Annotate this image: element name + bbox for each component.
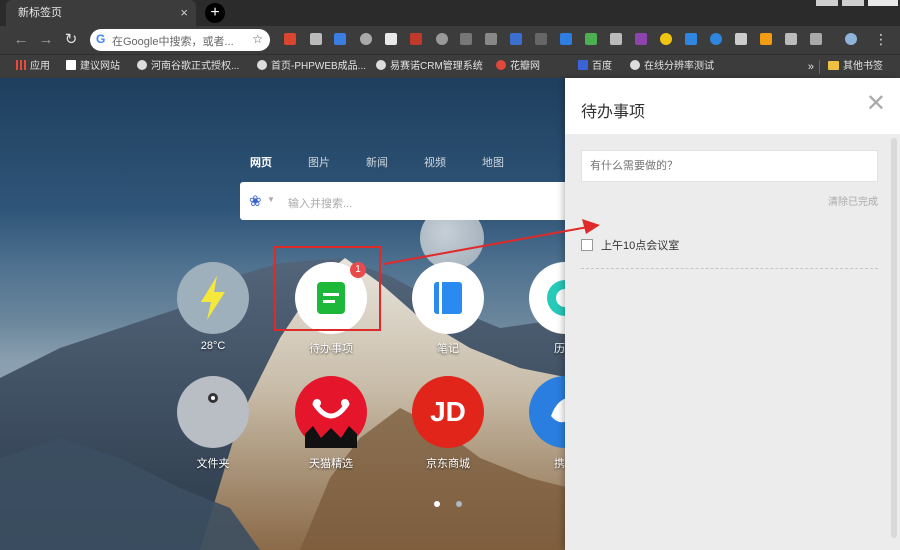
bookmark-baidu[interactable]: 百度: [578, 55, 612, 79]
todo-checkbox[interactable]: [581, 239, 593, 251]
todo-panel: 待办事项 ✕ 清除已完成 上午10点会议室: [565, 78, 900, 550]
tab-close-icon[interactable]: ×: [180, 0, 188, 26]
extension-icon-15[interactable]: [635, 33, 647, 45]
bookmark-henan-google[interactable]: 河南谷歌正式授权...: [137, 55, 239, 79]
globe-icon: [376, 60, 386, 70]
bookmark-suggested[interactable]: 建议网站: [66, 55, 120, 79]
tile-jd[interactable]: JD: [412, 376, 484, 448]
panel-scrollbar[interactable]: [891, 138, 897, 538]
close-icon[interactable]: ✕: [866, 92, 886, 116]
bookmark-star-icon[interactable]: ☆: [252, 32, 263, 46]
bookmark-huaban[interactable]: 花瓣网: [496, 55, 540, 79]
tmall-icon: [305, 399, 357, 448]
extension-icon-9[interactable]: [485, 33, 497, 45]
search-tab-images[interactable]: 图片: [308, 154, 330, 170]
apps-icon: [16, 60, 26, 70]
tile-notes[interactable]: [412, 262, 484, 334]
globe-icon: [257, 60, 267, 70]
bookmark-crm[interactable]: 易赛诺CRM管理系统: [376, 55, 483, 79]
address-placeholder: 在Google中搜索，或者...: [112, 36, 234, 48]
extension-icon-1[interactable]: [284, 33, 296, 45]
tile-todo-label: 待办事项: [309, 343, 353, 355]
extension-icon-11[interactable]: [535, 33, 547, 45]
extension-icon-3[interactable]: [334, 33, 346, 45]
extension-icon-2[interactable]: [310, 33, 322, 45]
extension-icon-16[interactable]: [660, 33, 672, 45]
bookmarks-divider: [819, 60, 820, 74]
tile-tmall[interactable]: [295, 376, 367, 448]
extension-icon-8[interactable]: [460, 33, 472, 45]
reload-icon[interactable]: ↻: [60, 29, 82, 51]
folder-icon: [208, 393, 218, 403]
bookmark-phpweb[interactable]: 首页-PHPWEB成品...: [257, 55, 366, 79]
search-box[interactable]: ❀ ▼ 输入并搜索...: [240, 182, 570, 220]
tile-weather[interactable]: [177, 262, 249, 334]
search-tab-maps[interactable]: 地图: [482, 154, 504, 170]
bookmarks-overflow-button[interactable]: »: [808, 55, 814, 79]
extension-icon-12[interactable]: [560, 33, 572, 45]
more-menu-icon[interactable]: ⋮: [874, 30, 888, 48]
extension-icon-14[interactable]: [610, 33, 622, 45]
extension-icon-19[interactable]: [735, 33, 747, 45]
notes-icon: [434, 282, 462, 314]
page-dot-active[interactable]: [434, 501, 440, 507]
todo-highlight-box: [274, 246, 381, 331]
extension-icon-20[interactable]: [760, 33, 772, 45]
tile-jd-label: 京东商城: [426, 458, 470, 470]
extension-icon-17[interactable]: [685, 33, 697, 45]
tile-notes-label: 笔记: [437, 343, 459, 355]
bookmark-resolution-test[interactable]: 在线分辨率测试: [630, 55, 714, 79]
extension-icon-21[interactable]: [785, 33, 797, 45]
address-bar[interactable]: G 在Google中搜索，或者... ☆: [90, 29, 270, 51]
search-tab-video[interactable]: 视频: [424, 154, 446, 170]
tile-weather-label: 28°C: [200, 340, 226, 352]
bing-icon: [66, 60, 76, 70]
huaban-icon: [496, 60, 506, 70]
profile-avatar-icon[interactable]: [845, 33, 857, 45]
extension-icon-22[interactable]: [810, 33, 822, 45]
bookmark-apps[interactable]: 应用: [16, 55, 50, 79]
bookmarks-bar: 应用 建议网站 河南谷歌正式授权... 首页-PHPWEB成品... 易赛诺CR…: [0, 54, 900, 79]
search-tab-web[interactable]: 网页: [250, 154, 272, 170]
extension-icon-4[interactable]: [360, 33, 372, 45]
search-tab-news[interactable]: 新闻: [366, 154, 388, 170]
tab-title: 新标签页: [18, 7, 62, 19]
tile-folder[interactable]: [177, 376, 249, 448]
jd-logo-icon: JD: [430, 396, 466, 427]
baidu-icon: [578, 60, 588, 70]
globe-icon: [630, 60, 640, 70]
clear-completed-link[interactable]: 清除已完成: [828, 193, 878, 208]
other-bookmarks[interactable]: 其他书签: [828, 55, 883, 79]
extension-icon-7[interactable]: [436, 33, 448, 45]
chevron-down-icon[interactable]: ▼: [267, 195, 275, 204]
minimize-button[interactable]: [816, 0, 838, 6]
page-dot[interactable]: [456, 501, 462, 507]
todo-item[interactable]: 上午10点会议室: [581, 234, 878, 269]
folder-icon: [828, 61, 839, 70]
forward-icon[interactable]: →: [35, 29, 57, 51]
maximize-button[interactable]: [842, 0, 864, 6]
new-tab-button[interactable]: +: [205, 3, 225, 23]
extension-icon-18[interactable]: [710, 33, 722, 45]
browser-toolbar: ← → ↻ G 在Google中搜索，或者... ☆ 0 ⋮: [0, 26, 900, 79]
back-icon[interactable]: ←: [10, 29, 32, 51]
tile-tmall-label: 天猫精选: [309, 458, 353, 470]
title-bar: 新标签页 × +: [0, 0, 900, 26]
tile-folder-label: 文件夹: [196, 458, 230, 470]
extension-icon-10[interactable]: [510, 33, 522, 45]
extension-icon-6[interactable]: [410, 33, 422, 45]
lightning-icon: [201, 276, 225, 320]
todo-input[interactable]: [581, 150, 878, 182]
todo-panel-header: 待办事项 ✕: [565, 78, 900, 134]
close-window-button[interactable]: [868, 0, 898, 6]
todo-panel-title: 待办事项: [581, 104, 646, 121]
google-icon: G: [96, 32, 106, 46]
tab-new-tab[interactable]: 新标签页 ×: [6, 0, 196, 26]
globe-icon: [137, 60, 147, 70]
extension-icon-13[interactable]: [585, 33, 597, 45]
extension-icon-5[interactable]: [385, 33, 397, 45]
search-input[interactable]: 输入并搜索...: [288, 195, 352, 211]
todo-item-text: 上午10点会议室: [601, 240, 680, 252]
baidu-paw-icon[interactable]: ❀: [249, 192, 262, 210]
